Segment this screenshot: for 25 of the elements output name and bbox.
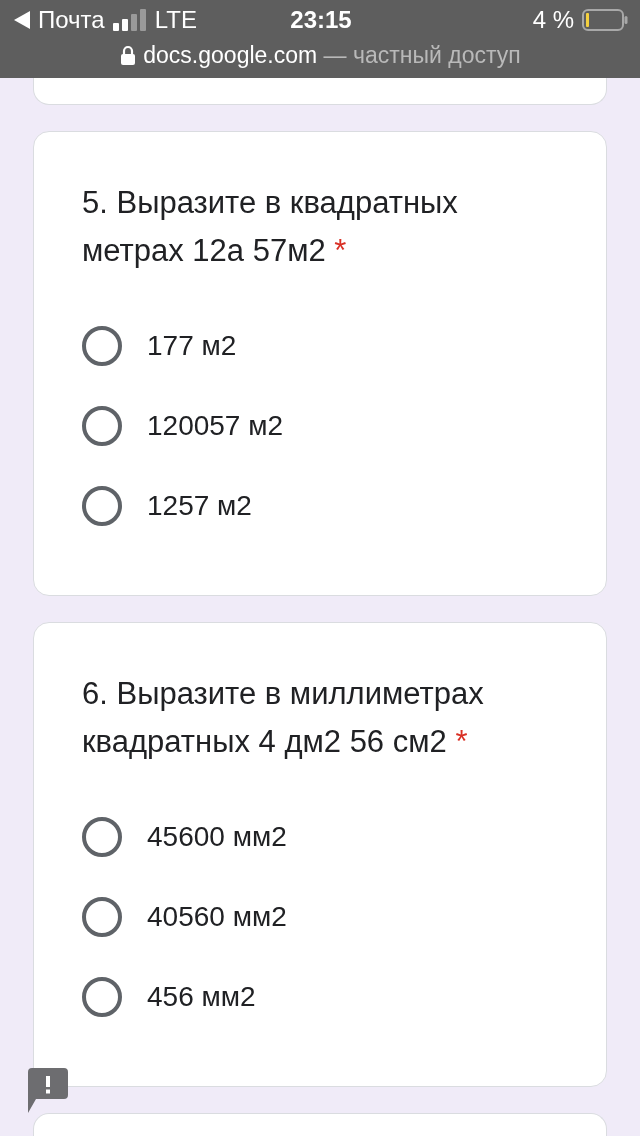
radio-button[interactable]: [82, 897, 122, 937]
url-text[interactable]: docs.google.com: [143, 42, 318, 68]
option-label[interactable]: 40560 мм2: [147, 896, 287, 938]
option-label[interactable]: 1257 м2: [147, 485, 252, 527]
battery-icon: [582, 9, 628, 31]
back-icon[interactable]: [14, 11, 30, 29]
clock-time: 23:15: [290, 5, 352, 35]
option-label[interactable]: 177 м2: [147, 325, 237, 367]
access-note: — частный доступ: [323, 42, 521, 68]
back-label[interactable]: Почта: [38, 2, 105, 38]
radio-button[interactable]: [82, 406, 122, 446]
radio-button[interactable]: [82, 817, 122, 857]
radio-button[interactable]: [82, 326, 122, 366]
radio-button[interactable]: [82, 977, 122, 1017]
question-title: 5. Выразите в квадратных метрах 12а 57м2 *: [82, 184, 459, 270]
option-label[interactable]: 120057 м2: [147, 405, 284, 447]
question-title: 6. Выразите в миллиметрах квадратных 4 дм2 56 см2 *: [82, 675, 485, 761]
lock-icon: [121, 45, 136, 66]
signal-icon: [112, 9, 147, 31]
feedback-icon[interactable]: [28, 1068, 68, 1113]
option-label[interactable]: 45600 мм2: [147, 816, 287, 858]
battery-percent: 4 %: [532, 5, 574, 35]
network-type: LTE: [154, 5, 197, 35]
option-label[interactable]: 456 мм2: [147, 976, 256, 1018]
radio-button[interactable]: [82, 486, 122, 526]
